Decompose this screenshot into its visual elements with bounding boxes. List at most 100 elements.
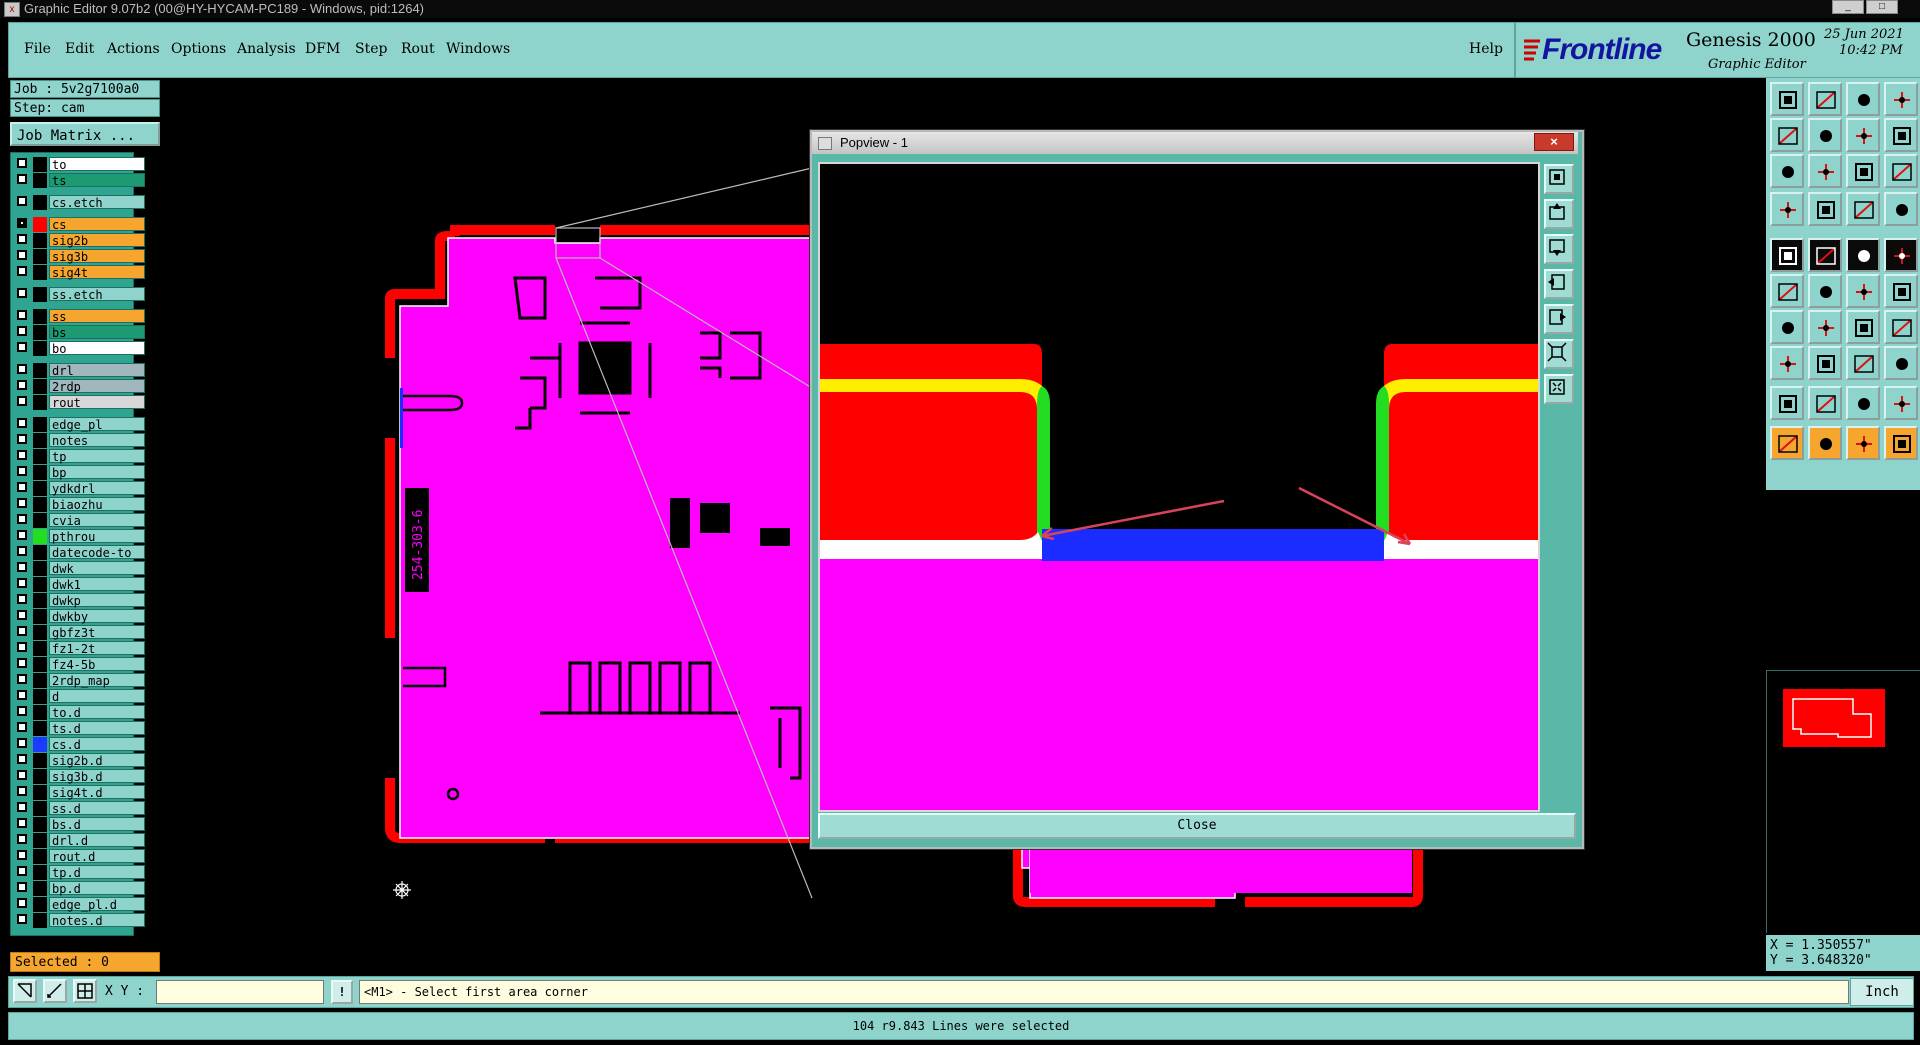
- connect-icon: [1778, 283, 1798, 301]
- arc-button[interactable]: [1846, 310, 1880, 344]
- triangle-a-button[interactable]: [1770, 386, 1804, 420]
- copy-button[interactable]: [1884, 346, 1918, 380]
- align-button[interactable]: [1884, 118, 1918, 152]
- menu-dfm[interactable]: DFM: [305, 41, 340, 57]
- menu-actions[interactable]: Actions: [107, 41, 160, 57]
- scale-button[interactable]: [1846, 154, 1880, 188]
- menu-analysis[interactable]: Analysis: [237, 41, 296, 57]
- minus-icon: [1817, 355, 1835, 373]
- units-selector[interactable]: Inch: [1850, 978, 1914, 1006]
- measure-button[interactable]: [43, 979, 67, 1003]
- ruler-icon: [1858, 250, 1870, 262]
- overview-panel[interactable]: [1766, 670, 1920, 933]
- drill-button[interactable]: [1884, 192, 1918, 226]
- minimize-button[interactable]: _: [1832, 0, 1864, 14]
- fit-button[interactable]: [1770, 154, 1804, 188]
- menu-help[interactable]: Help: [1469, 41, 1503, 57]
- select-lasso-button[interactable]: [1846, 426, 1880, 460]
- rotate-button[interactable]: [1846, 118, 1880, 152]
- fit-icon: [1782, 166, 1794, 178]
- select-net-button[interactable]: [1884, 426, 1918, 460]
- triangle-d-button[interactable]: [1884, 386, 1918, 420]
- home-icon: [1858, 94, 1870, 106]
- pv-zoom-home-button[interactable]: [1544, 164, 1574, 194]
- ruler-button[interactable]: [1846, 238, 1880, 272]
- slash-icon: [1818, 320, 1834, 336]
- menu-rout[interactable]: Rout: [401, 41, 435, 57]
- menu-bar: File Edit Actions Options Analysis DFM S…: [8, 22, 1515, 78]
- undo-button[interactable]: [1808, 118, 1842, 152]
- select-lasso-icon: [1856, 436, 1872, 452]
- pad-icon: [1779, 247, 1797, 265]
- triangle-c-button[interactable]: [1846, 386, 1880, 420]
- xy-label: X Y :: [105, 984, 145, 999]
- pv-zoom-out-button[interactable]: [1544, 339, 1574, 369]
- brand-product: Genesis 2000: [1686, 29, 1816, 51]
- menu-edit[interactable]: Edit: [65, 41, 94, 57]
- pv-pan-up-button[interactable]: [1544, 199, 1574, 229]
- open-layer-button[interactable]: [1770, 82, 1804, 116]
- menu-step[interactable]: Step: [355, 41, 387, 57]
- scale-icon: [1855, 163, 1873, 181]
- measure-icon: [47, 983, 62, 998]
- tool-palette-empty: [1766, 488, 1920, 670]
- pv-selected-line: [1042, 529, 1384, 561]
- cross-button[interactable]: [1808, 274, 1842, 308]
- maximize-button[interactable]: □: [1866, 0, 1898, 14]
- connect-button[interactable]: [1770, 274, 1804, 308]
- center-button[interactable]: [1846, 346, 1880, 380]
- help-button[interactable]: [1884, 154, 1918, 188]
- slash-button[interactable]: [1808, 310, 1842, 344]
- info-button[interactable]: !: [331, 980, 353, 1004]
- line-node-button[interactable]: [1846, 274, 1880, 308]
- arc-icon: [1855, 319, 1873, 337]
- popview-close-button[interactable]: Close: [818, 813, 1576, 839]
- select-arrow-button[interactable]: [1770, 426, 1804, 460]
- triangle-b-icon: [1816, 395, 1836, 413]
- copy-icon: [1896, 358, 1908, 370]
- panel-button[interactable]: [1884, 82, 1918, 116]
- crosshair-cursor-icon: [393, 881, 411, 899]
- corner-button[interactable]: [1808, 238, 1842, 272]
- minus-button[interactable]: [1808, 346, 1842, 380]
- pv-pan-right-button[interactable]: [1544, 304, 1574, 334]
- globe-button[interactable]: [1770, 192, 1804, 226]
- snap-mode-button[interactable]: [13, 979, 37, 1003]
- save-layer-icon: [1816, 91, 1836, 109]
- brand-date: 25 Jun 2021: [1824, 27, 1904, 42]
- select-box-button[interactable]: [1808, 426, 1842, 460]
- text-f-button[interactable]: [1884, 310, 1918, 344]
- grid-button[interactable]: [73, 979, 97, 1003]
- pv-pan-down-button[interactable]: [1544, 234, 1574, 264]
- pad-button[interactable]: [1770, 238, 1804, 272]
- popview-zoomed-graphics: [820, 344, 1538, 810]
- undo-icon: [1820, 130, 1832, 142]
- triangle-d-icon: [1894, 396, 1910, 412]
- home-button[interactable]: [1846, 82, 1880, 116]
- menu-file[interactable]: File: [24, 41, 51, 57]
- move-button[interactable]: [1770, 346, 1804, 380]
- pv-zoom-in-button[interactable]: [1544, 374, 1574, 404]
- net-button[interactable]: [1846, 192, 1880, 226]
- pv-pan-left-button[interactable]: [1544, 269, 1574, 299]
- menu-options[interactable]: Options: [171, 41, 226, 57]
- popview-close-x-button[interactable]: ×: [1534, 133, 1574, 151]
- triangle-b-button[interactable]: [1808, 386, 1842, 420]
- dot-icon: [1894, 248, 1910, 264]
- zoom-button[interactable]: [1808, 154, 1842, 188]
- xy-input[interactable]: [156, 980, 324, 1004]
- center-icon: [1854, 355, 1874, 373]
- link-button[interactable]: [1884, 274, 1918, 308]
- angle-button[interactable]: [1770, 310, 1804, 344]
- app-icon: x: [4, 2, 20, 17]
- line-node-icon: [1856, 284, 1872, 300]
- window-title: Graphic Editor 9.07b2 (00@HY-HYCAM-PC189…: [24, 1, 425, 16]
- cursor-coordinates: X = 1.350557" Y = 3.648320": [1766, 935, 1920, 971]
- open-layer-icon: [1779, 91, 1797, 109]
- redo-button[interactable]: [1770, 118, 1804, 152]
- popview-canvas[interactable]: [818, 162, 1540, 812]
- dot-button[interactable]: [1884, 238, 1918, 272]
- grid-view-button[interactable]: [1808, 192, 1842, 226]
- menu-windows[interactable]: Windows: [446, 41, 510, 57]
- save-layer-button[interactable]: [1808, 82, 1842, 116]
